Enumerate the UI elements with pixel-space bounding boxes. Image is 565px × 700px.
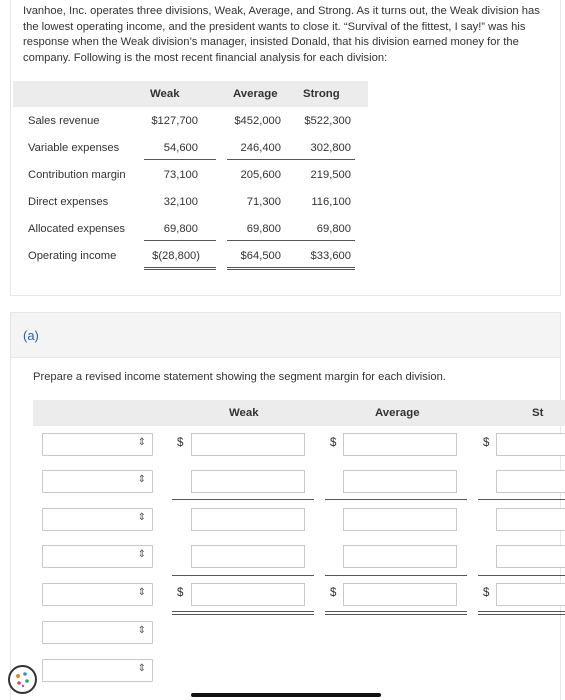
cell-average-allocated: 69,800 — [246, 223, 281, 235]
total-double-rule — [478, 614, 565, 615]
problem-text: Ivanhoe, Inc. operates three divisions, … — [23, 5, 540, 64]
row-select-2[interactable]: ⇕ — [42, 470, 153, 493]
total-double-rule — [144, 267, 216, 268]
currency-symbol: $ — [483, 587, 490, 599]
subtotal-rule — [325, 499, 467, 500]
average-input-4[interactable] — [343, 545, 457, 568]
subtotal-rule — [478, 499, 565, 500]
total-double-rule — [172, 614, 314, 615]
cell-strong-contribution: 219,500 — [310, 169, 351, 181]
total-double-rule — [297, 267, 355, 268]
currency-symbol: $ — [177, 437, 184, 449]
row-label-allocated-expenses: Allocated expenses — [28, 223, 126, 235]
cookie-icon — [16, 672, 29, 688]
average-input-2[interactable] — [343, 470, 457, 493]
subtotal-rule — [172, 575, 314, 576]
cell-weak-sales: $127,700 — [151, 115, 198, 127]
weak-input-4[interactable] — [191, 545, 305, 568]
currency-symbol: $ — [177, 587, 184, 599]
row-label-direct-expenses: Direct expenses — [28, 196, 109, 208]
column-header-average: Average — [233, 88, 278, 100]
subtotal-rule — [478, 575, 565, 576]
up-down-chevron-icon: ⇕ — [137, 625, 146, 636]
cell-strong-allocated: 69,800 — [316, 223, 351, 235]
cell-weak-contribution: 73,100 — [163, 169, 198, 181]
answer-column-header-average: Average — [375, 407, 420, 419]
up-down-chevron-icon: ⇕ — [137, 663, 146, 674]
strong-input-1[interactable] — [496, 433, 565, 456]
cell-average-sales: $452,000 — [234, 115, 281, 127]
weak-input-3[interactable] — [191, 508, 305, 531]
row-select-4[interactable]: ⇕ — [42, 545, 153, 568]
average-input-3[interactable] — [343, 508, 457, 531]
currency-symbol: $ — [330, 437, 337, 449]
part-a-label: (a) — [23, 328, 39, 343]
row-select-7[interactable]: ⇕ — [42, 659, 153, 682]
up-down-chevron-icon: ⇕ — [137, 437, 146, 448]
weak-input-2[interactable] — [191, 470, 305, 493]
total-double-rule — [144, 269, 216, 270]
column-header-strong: Strong — [303, 88, 340, 100]
subtotal-rule — [325, 575, 467, 576]
strong-input-3[interactable] — [496, 508, 565, 531]
currency-symbol: $ — [330, 587, 337, 599]
subtotal-rule — [144, 159, 216, 160]
strong-input-4[interactable] — [496, 545, 565, 568]
cell-strong-operating: $33,600 — [310, 250, 351, 262]
cell-weak-operating: $(28,800) — [152, 250, 200, 262]
currency-symbol: $ — [483, 437, 490, 449]
cell-average-contribution: 205,600 — [240, 169, 281, 181]
row-label-sales-revenue: Sales revenue — [28, 115, 100, 127]
part-a-instruction: Prepare a revised income statement showi… — [33, 371, 446, 383]
part-a-header: (a) — [11, 313, 560, 358]
average-input-1[interactable] — [343, 433, 457, 456]
subtotal-rule — [227, 240, 299, 241]
weak-input-5[interactable] — [191, 583, 305, 606]
subtotal-rule — [144, 240, 216, 241]
total-double-rule — [227, 269, 299, 270]
strong-input-5[interactable] — [496, 583, 565, 606]
home-indicator — [191, 693, 381, 697]
cell-average-operating: $64,500 — [240, 250, 281, 262]
average-input-5[interactable] — [343, 583, 457, 606]
cell-weak-variable: 54,600 — [163, 142, 198, 154]
up-down-chevron-icon: ⇕ — [137, 549, 146, 560]
row-label-variable-expenses: Variable expenses — [28, 142, 120, 154]
weak-input-1[interactable] — [191, 433, 305, 456]
cell-average-direct: 71,300 — [246, 196, 281, 208]
row-label-contribution-margin: Contribution margin — [28, 169, 126, 181]
row-select-1[interactable]: ⇕ — [42, 433, 153, 456]
cell-weak-allocated: 69,800 — [163, 223, 198, 235]
cell-average-variable: 246,400 — [240, 142, 281, 154]
subtotal-rule — [227, 159, 299, 160]
cell-strong-direct: 116,100 — [311, 196, 351, 208]
row-select-6[interactable]: ⇕ — [42, 621, 153, 644]
answer-column-header-weak: Weak — [229, 407, 259, 419]
total-double-rule — [478, 611, 565, 612]
subtotal-rule — [297, 159, 355, 160]
strong-input-2[interactable] — [496, 470, 565, 493]
cell-strong-variable: 302,800 — [310, 142, 351, 154]
column-header-weak: Weak — [150, 88, 180, 100]
total-double-rule — [227, 267, 299, 268]
total-double-rule — [297, 269, 355, 270]
subtotal-rule — [172, 499, 314, 500]
total-double-rule — [172, 611, 314, 612]
cell-strong-sales: $522,300 — [304, 115, 351, 127]
up-down-chevron-icon: ⇕ — [137, 587, 146, 598]
cookie-settings-button[interactable] — [8, 665, 37, 694]
subtotal-rule — [297, 240, 355, 241]
row-select-5[interactable]: ⇕ — [42, 583, 153, 606]
row-label-operating-income: Operating income — [28, 250, 117, 262]
up-down-chevron-icon: ⇕ — [137, 474, 146, 485]
up-down-chevron-icon: ⇕ — [137, 512, 146, 523]
answer-column-header-strong: St — [532, 407, 544, 419]
total-double-rule — [325, 611, 467, 612]
cell-weak-direct: 32,100 — [163, 196, 198, 208]
answer-table-header — [33, 400, 565, 426]
total-double-rule — [325, 614, 467, 615]
row-select-3[interactable]: ⇕ — [42, 508, 153, 531]
